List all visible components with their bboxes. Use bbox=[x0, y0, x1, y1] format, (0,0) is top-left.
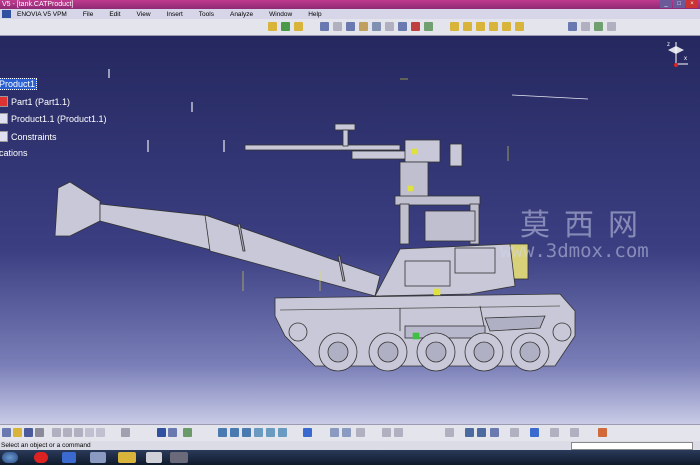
analysis-icon[interactable] bbox=[550, 428, 559, 437]
measure-icon[interactable] bbox=[594, 22, 603, 31]
pan-icon[interactable] bbox=[183, 428, 192, 437]
menu-insert[interactable]: Insert bbox=[167, 11, 183, 18]
insert-product-icon[interactable] bbox=[294, 22, 303, 31]
grid-icon[interactable] bbox=[477, 428, 486, 437]
multi-view-icon[interactable] bbox=[266, 428, 275, 437]
shading-icon[interactable] bbox=[303, 428, 312, 437]
undo-icon[interactable] bbox=[85, 428, 94, 437]
insert-component-icon[interactable] bbox=[281, 22, 290, 31]
catia-task-icon[interactable] bbox=[90, 452, 106, 463]
menu-edit[interactable]: Edit bbox=[109, 11, 120, 18]
section-icon[interactable] bbox=[424, 22, 433, 31]
watermark-url: www.3dmox.com bbox=[500, 240, 649, 262]
save-icon[interactable] bbox=[24, 428, 33, 437]
rotate-icon[interactable] bbox=[218, 428, 227, 437]
explorer-task-icon[interactable] bbox=[118, 452, 136, 463]
catia-logo-icon bbox=[2, 10, 11, 18]
swap-icon[interactable] bbox=[342, 428, 351, 437]
os-taskbar bbox=[0, 450, 700, 465]
media-player-icon[interactable] bbox=[62, 452, 76, 463]
window-controls: _ □ × bbox=[660, 0, 698, 9]
fix-together-icon[interactable] bbox=[515, 22, 524, 31]
normal-view-icon[interactable] bbox=[254, 428, 263, 437]
watermark: 莫西网 www.3dmox.com bbox=[500, 200, 652, 262]
machine-gun bbox=[244, 123, 463, 167]
menu-enovia[interactable]: ENOVIA V5 VPM bbox=[17, 11, 67, 18]
menu-bar: ENOVIA V5 VPM File Edit View Insert Tool… bbox=[0, 9, 700, 19]
print-icon[interactable] bbox=[35, 428, 44, 437]
view-compass-icon[interactable] bbox=[570, 428, 579, 437]
app2-task-icon[interactable] bbox=[170, 452, 188, 463]
fix-icon[interactable] bbox=[502, 22, 511, 31]
assembly-icon[interactable] bbox=[268, 22, 277, 31]
zoom-out-icon[interactable] bbox=[242, 428, 251, 437]
menu-window[interactable]: Window bbox=[269, 11, 292, 18]
manipulate-icon[interactable] bbox=[372, 22, 381, 31]
maximize-button[interactable]: □ bbox=[673, 0, 685, 8]
turret bbox=[374, 243, 516, 297]
hide-show-icon[interactable] bbox=[330, 428, 339, 437]
wireframe-fragments bbox=[108, 69, 589, 152]
cycle-icon[interactable] bbox=[510, 428, 519, 437]
title-bar: V5 - [tank.CATProduct] _ □ × bbox=[0, 0, 700, 9]
app-task-icon[interactable] bbox=[146, 452, 162, 463]
stop-icon[interactable] bbox=[445, 428, 454, 437]
cut-icon[interactable] bbox=[52, 428, 61, 437]
apply-material-icon[interactable] bbox=[598, 428, 607, 437]
watermark-cn: 莫西网 bbox=[520, 208, 652, 243]
window-title: V5 - [tank.CATProduct] bbox=[2, 1, 74, 8]
top-toolbar bbox=[0, 19, 700, 36]
update-icon[interactable] bbox=[568, 22, 577, 31]
properties-icon[interactable] bbox=[356, 428, 365, 437]
paste-icon[interactable] bbox=[74, 428, 83, 437]
command-input[interactable] bbox=[571, 442, 693, 450]
replace-component-icon[interactable] bbox=[333, 22, 342, 31]
menu-file[interactable]: File bbox=[83, 11, 93, 18]
3d-viewport[interactable]: Product1 Part1 (Part1.1) Product1.1 (Pro… bbox=[0, 36, 700, 424]
start-button-icon[interactable] bbox=[2, 452, 18, 463]
menu-analyze[interactable]: Analyze bbox=[230, 11, 253, 18]
new-icon[interactable] bbox=[2, 428, 11, 437]
sketch-icon[interactable] bbox=[465, 428, 474, 437]
status-bar: Select an object or a command bbox=[0, 441, 700, 450]
opera-icon[interactable] bbox=[34, 452, 48, 463]
menu-tools[interactable]: Tools bbox=[199, 11, 214, 18]
angle-icon[interactable] bbox=[489, 22, 498, 31]
status-prompt: Select an object or a command bbox=[1, 442, 91, 449]
iso-view-icon[interactable] bbox=[278, 428, 287, 437]
sections-icon[interactable] bbox=[530, 428, 539, 437]
graph-tree-icon[interactable] bbox=[346, 22, 355, 31]
bottom-toolbar bbox=[0, 424, 700, 442]
clash-icon[interactable] bbox=[411, 22, 420, 31]
main-cannon bbox=[54, 181, 381, 297]
offset-icon[interactable] bbox=[476, 22, 485, 31]
apply-material-icon[interactable] bbox=[607, 22, 616, 31]
generate-numbering-icon[interactable] bbox=[359, 22, 368, 31]
fx-icon[interactable] bbox=[121, 428, 130, 437]
fly-mode-icon[interactable] bbox=[157, 428, 166, 437]
catalog-icon[interactable] bbox=[581, 22, 590, 31]
close-button[interactable]: × bbox=[686, 0, 698, 8]
constraint-icon[interactable] bbox=[490, 428, 499, 437]
menu-view[interactable]: View bbox=[137, 11, 151, 18]
redo-icon[interactable] bbox=[96, 428, 105, 437]
menu-help[interactable]: Help bbox=[308, 11, 321, 18]
existing-component-icon[interactable] bbox=[320, 22, 329, 31]
copy-icon[interactable] bbox=[63, 428, 72, 437]
coincidence-icon[interactable] bbox=[450, 22, 459, 31]
snap-icon[interactable] bbox=[385, 22, 394, 31]
zoom-in-icon[interactable] bbox=[230, 428, 239, 437]
minimize-button[interactable]: _ bbox=[660, 0, 672, 8]
catalog-browser-icon[interactable] bbox=[382, 428, 391, 437]
fit-all-icon[interactable] bbox=[168, 428, 177, 437]
measure-between-icon[interactable] bbox=[394, 428, 403, 437]
open-icon[interactable] bbox=[13, 428, 22, 437]
explode-icon[interactable] bbox=[398, 22, 407, 31]
contact-icon[interactable] bbox=[463, 22, 472, 31]
